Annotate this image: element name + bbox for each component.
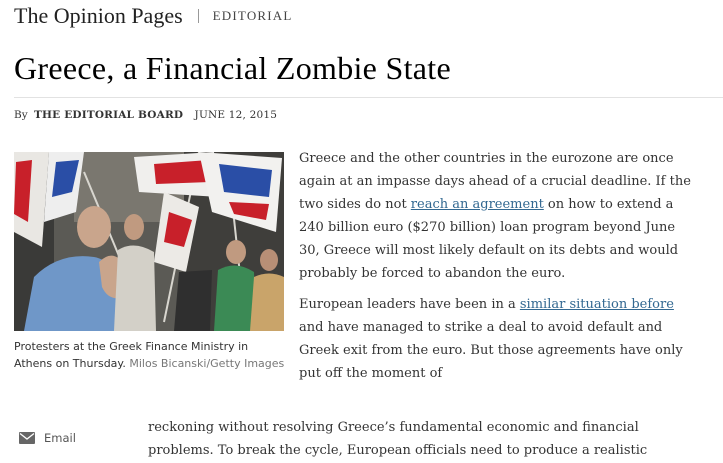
email-label: Email [44,431,76,445]
byline-author[interactable]: THE EDITORIAL BOARD [34,109,183,121]
email-share-button[interactable]: Email [19,431,76,445]
byline: By THE EDITORIAL BOARD JUNE 12, 2015 [14,109,277,121]
section-title-link[interactable]: The Opinion Pages [14,3,183,29]
similar-situation-link[interactable]: similar situation before [520,297,674,312]
article-paragraph-1: Greece and the other countries in the eu… [299,147,699,285]
opinion-header: The Opinion Pages EDITORIAL [14,2,293,30]
headline-divider [14,97,723,98]
article-headline: Greece, a Financial Zombie State [14,50,451,86]
header-divider [197,9,199,23]
byline-prefix: By [14,109,28,121]
protest-photo-illustration [14,152,284,331]
photo-credit: Milos Bicanski/Getty Images [129,357,285,370]
reach-an-agreement-link[interactable]: reach an agreement [411,197,544,212]
paragraph-2-text-b: and have managed to strike a deal to avo… [299,320,683,381]
photo-caption: Protesters at the Greek Finance Ministry… [14,338,289,372]
article-paragraph-2: European leaders have been in a similar … [299,293,699,385]
article-photo[interactable] [14,152,284,331]
envelope-icon [19,432,35,444]
publish-date: JUNE 12, 2015 [194,109,278,121]
paragraph-2-text-a: European leaders have been in a [299,297,520,312]
editorial-section-link[interactable]: EDITORIAL [213,8,293,24]
article-body: Greece and the other countries in the eu… [299,147,699,385]
article-paragraph-2-continued: reckoning without resolving Greece’s fun… [148,420,648,458]
